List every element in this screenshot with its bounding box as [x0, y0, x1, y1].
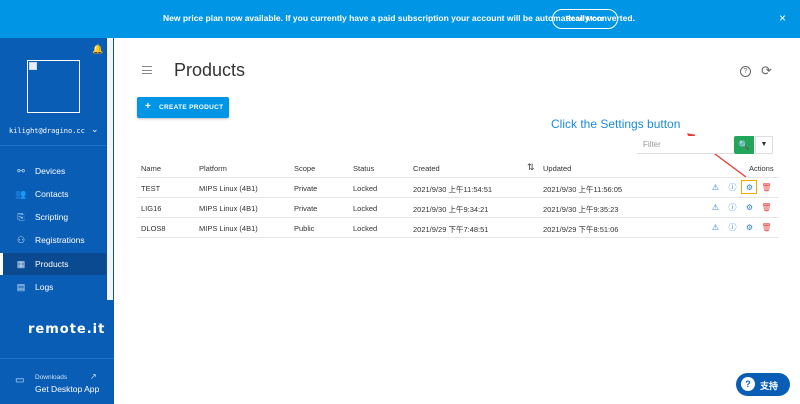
filter-input[interactable]: [637, 136, 734, 154]
gear-icon[interactable]: ⚙: [744, 222, 755, 233]
cell-updated: 2021/9/30 上午9:35:23: [543, 205, 619, 214]
announcement-banner: New price plan now available. If you cur…: [0, 0, 800, 38]
scripting-icon: ⎘: [17, 212, 25, 222]
column-header-platform[interactable]: Platform: [199, 164, 227, 173]
cell-status: Locked: [353, 224, 378, 233]
external-link-icon[interactable]: ↗: [90, 372, 97, 381]
table-row[interactable]: TEST MIPS Linux (4B1) Private Locked 202…: [137, 178, 779, 198]
logs-icon: ▤: [16, 282, 26, 292]
share-icon[interactable]: ⚠: [710, 182, 721, 193]
share-icon[interactable]: ⚠: [710, 222, 721, 233]
cell-name: DLOS8: [141, 224, 166, 233]
cell-scope: Public: [294, 224, 315, 233]
sidebar-item-label: Products: [35, 259, 69, 269]
cell-updated: 2021/9/29 下午8:51:06: [543, 225, 619, 234]
sidebar-item-scripting[interactable]: ⎘ Scripting: [0, 206, 106, 228]
close-icon[interactable]: ×: [779, 11, 786, 25]
active-indicator: [0, 253, 3, 275]
refresh-icon[interactable]: ⟳: [761, 63, 772, 79]
downloads-label: Downloads: [35, 374, 68, 381]
table-row[interactable]: DLOS8 MIPS Linux (4B1) Public Locked 202…: [137, 218, 779, 238]
create-product-label: CREATE PRODUCT: [159, 104, 224, 111]
support-button[interactable]: ? 支持: [736, 373, 790, 396]
sidebar-item-label: Contacts: [35, 189, 69, 199]
gear-icon[interactable]: ⚙: [744, 202, 755, 213]
help-icon: ?: [741, 377, 755, 391]
menu-icon[interactable]: [142, 66, 152, 74]
column-header-actions: Actions: [749, 164, 774, 173]
trash-icon[interactable]: 🗑: [761, 202, 772, 213]
column-header-name[interactable]: Name: [141, 164, 161, 173]
user-email[interactable]: kilight@dragino.cc: [9, 127, 85, 135]
cell-scope: Private: [294, 204, 318, 213]
cell-platform: MIPS Linux (4B1): [199, 224, 258, 233]
sidebar-divider: [0, 145, 114, 146]
products-icon: ▦: [16, 259, 26, 269]
cell-created: 2021/9/30 上午9:34:21: [413, 205, 489, 214]
cell-platform: MIPS Linux (4B1): [199, 204, 258, 213]
table-row[interactable]: LIG16 MIPS Linux (4B1) Private Locked 20…: [137, 198, 779, 218]
sort-icon[interactable]: ⇅: [527, 162, 535, 173]
sidebar-item-registrations[interactable]: ⚇ Registrations: [0, 229, 106, 251]
sidebar-item-label: Scripting: [35, 212, 69, 222]
trash-icon[interactable]: 🗑: [761, 182, 772, 193]
bell-icon[interactable]: 🔔: [92, 44, 103, 55]
trash-icon[interactable]: 🗑: [761, 222, 772, 233]
support-label: 支持: [760, 381, 779, 391]
sidebar-scrollbar[interactable]: [107, 38, 113, 300]
registrations-icon: ⚇: [16, 235, 26, 245]
instruction-annotation: Click the Settings button: [551, 117, 681, 131]
caret-down-icon: ▼: [760, 141, 768, 148]
contacts-icon: 👥: [15, 189, 27, 199]
cell-updated: 2021/9/30 上午11:56:05: [543, 185, 623, 194]
cell-name: LIG16: [141, 204, 162, 213]
settings-highlight-box: [741, 180, 757, 194]
share-icon[interactable]: ⚠: [710, 202, 721, 213]
filter-dropdown[interactable]: ▼: [755, 136, 773, 154]
cell-created: 2021/9/30 上午11:54:51: [413, 185, 493, 194]
plus-icon: +: [145, 101, 151, 112]
devices-icon: ⚯: [17, 166, 25, 176]
sidebar-divider: [0, 358, 114, 359]
sidebar-item-label: Devices: [35, 166, 66, 176]
avatar[interactable]: [27, 60, 80, 113]
sidebar-item-label: Logs: [35, 282, 54, 292]
remoteit-logo: remote.it: [28, 322, 106, 337]
sidebar-item-products[interactable]: ▦ Products: [0, 253, 106, 275]
sidebar: 🔔 kilight@dragino.cc ⌄ ⚯ Devices 👥 Conta…: [0, 38, 114, 404]
create-product-button[interactable]: + CREATE PRODUCT: [137, 97, 229, 118]
cell-status: Locked: [353, 204, 378, 213]
cell-status: Locked: [353, 184, 378, 193]
search-icon: 🔍: [738, 140, 750, 150]
read-more-button[interactable]: Read More: [552, 9, 618, 29]
sidebar-item-logs[interactable]: ▤ Logs: [0, 276, 106, 298]
column-header-updated[interactable]: Updated: [543, 164, 571, 173]
page-title: Products: [174, 60, 246, 80]
cell-platform: MIPS Linux (4B1): [199, 184, 258, 193]
column-header-scope[interactable]: Scope: [294, 164, 315, 173]
sidebar-item-contacts[interactable]: 👥 Contacts: [0, 183, 106, 205]
sidebar-item-devices[interactable]: ⚯ Devices: [0, 160, 106, 182]
help-icon[interactable]: ?: [740, 66, 751, 77]
info-icon[interactable]: ⓘ: [727, 222, 738, 233]
get-desktop-app-link[interactable]: Get Desktop App: [35, 384, 99, 394]
cell-scope: Private: [294, 184, 318, 193]
column-header-created[interactable]: Created: [413, 164, 440, 173]
broken-image-icon: [29, 62, 37, 70]
chevron-down-icon[interactable]: ⌄: [91, 124, 99, 135]
sidebar-item-label: Registrations: [35, 235, 85, 245]
info-icon[interactable]: ⓘ: [727, 202, 738, 213]
cell-created: 2021/9/29 下午7:48:51: [413, 225, 489, 234]
search-button[interactable]: 🔍: [734, 136, 754, 154]
column-header-status[interactable]: Status: [353, 164, 374, 173]
desktop-icon: ▭: [15, 375, 25, 386]
cell-name: TEST: [141, 184, 161, 193]
info-icon[interactable]: ⓘ: [727, 182, 738, 193]
